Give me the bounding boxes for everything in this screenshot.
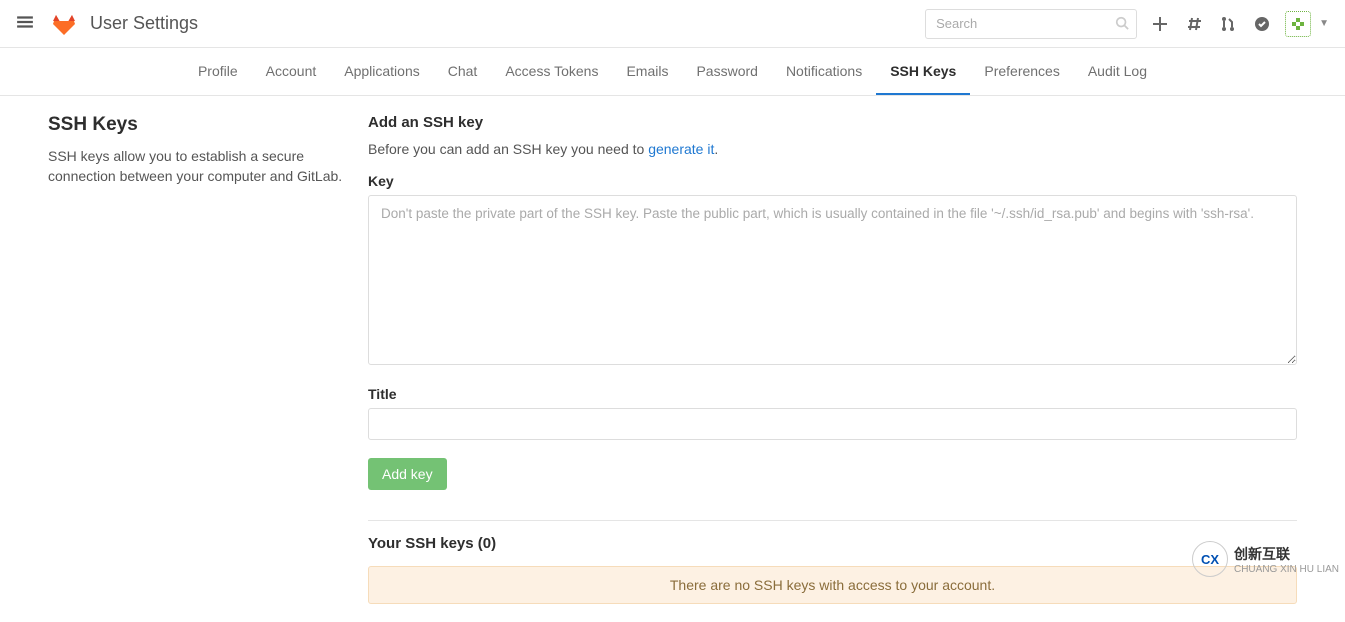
hash-icon[interactable]: [1183, 13, 1205, 35]
title-label: Title: [368, 386, 1297, 402]
form-intro: Before you can add an SSH key you need t…: [368, 141, 1297, 157]
key-label: Key: [368, 173, 1297, 189]
tab-ssh-keys[interactable]: SSH Keys: [876, 48, 970, 95]
form-heading: Add an SSH key: [368, 114, 1297, 131]
tab-password[interactable]: Password: [682, 48, 771, 95]
title-input[interactable]: [368, 408, 1297, 440]
merge-request-icon[interactable]: [1217, 13, 1239, 35]
tab-access-tokens[interactable]: Access Tokens: [491, 48, 612, 95]
watermark-brand: 创新互联: [1234, 544, 1339, 564]
add-key-button[interactable]: Add key: [368, 458, 447, 490]
page-title: User Settings: [90, 13, 198, 34]
key-textarea[interactable]: [368, 195, 1297, 365]
tab-notifications[interactable]: Notifications: [772, 48, 876, 95]
topbar: User Settings ▼: [0, 0, 1345, 48]
tab-profile[interactable]: Profile: [184, 48, 252, 95]
sidebar: SSH Keys SSH keys allow you to establish…: [48, 114, 348, 604]
tab-chat[interactable]: Chat: [434, 48, 492, 95]
todo-icon[interactable]: [1251, 13, 1273, 35]
settings-subnav: Profile Account Applications Chat Access…: [0, 48, 1345, 96]
user-avatar[interactable]: [1285, 11, 1311, 37]
side-heading: SSH Keys: [48, 114, 348, 136]
search-input[interactable]: [925, 9, 1137, 39]
tab-audit-log[interactable]: Audit Log: [1074, 48, 1161, 95]
watermark-sub: CHUANG XIN HU LIAN: [1234, 564, 1339, 575]
watermark-logo-icon: CX: [1192, 541, 1228, 577]
plus-icon[interactable]: [1149, 13, 1171, 35]
tab-emails[interactable]: Emails: [612, 48, 682, 95]
side-desc: SSH keys allow you to establish a secure…: [48, 146, 348, 187]
tab-account[interactable]: Account: [252, 48, 331, 95]
main: Add an SSH key Before you can add an SSH…: [368, 114, 1297, 604]
empty-keys-alert: There are no SSH keys with access to you…: [368, 566, 1297, 604]
watermark: CX 创新互联 CHUANG XIN HU LIAN: [1192, 541, 1339, 577]
content: SSH Keys SSH keys allow you to establish…: [0, 96, 1345, 622]
divider: [368, 520, 1297, 521]
keys-heading: Your SSH keys (0): [368, 535, 1297, 552]
caret-down-icon[interactable]: ▼: [1319, 18, 1329, 29]
search-box: [925, 9, 1137, 39]
intro-prefix: Before you can add an SSH key you need t…: [368, 141, 648, 157]
generate-link[interactable]: generate it: [648, 141, 714, 157]
watermark-text: 创新互联 CHUANG XIN HU LIAN: [1234, 544, 1339, 575]
gitlab-logo-icon[interactable]: [52, 12, 76, 36]
tab-applications[interactable]: Applications: [330, 48, 434, 95]
menu-icon[interactable]: [16, 13, 34, 34]
topbar-right: ▼: [925, 9, 1329, 39]
intro-suffix: .: [714, 141, 718, 157]
tab-preferences[interactable]: Preferences: [970, 48, 1073, 95]
search-icon[interactable]: [1115, 16, 1129, 33]
